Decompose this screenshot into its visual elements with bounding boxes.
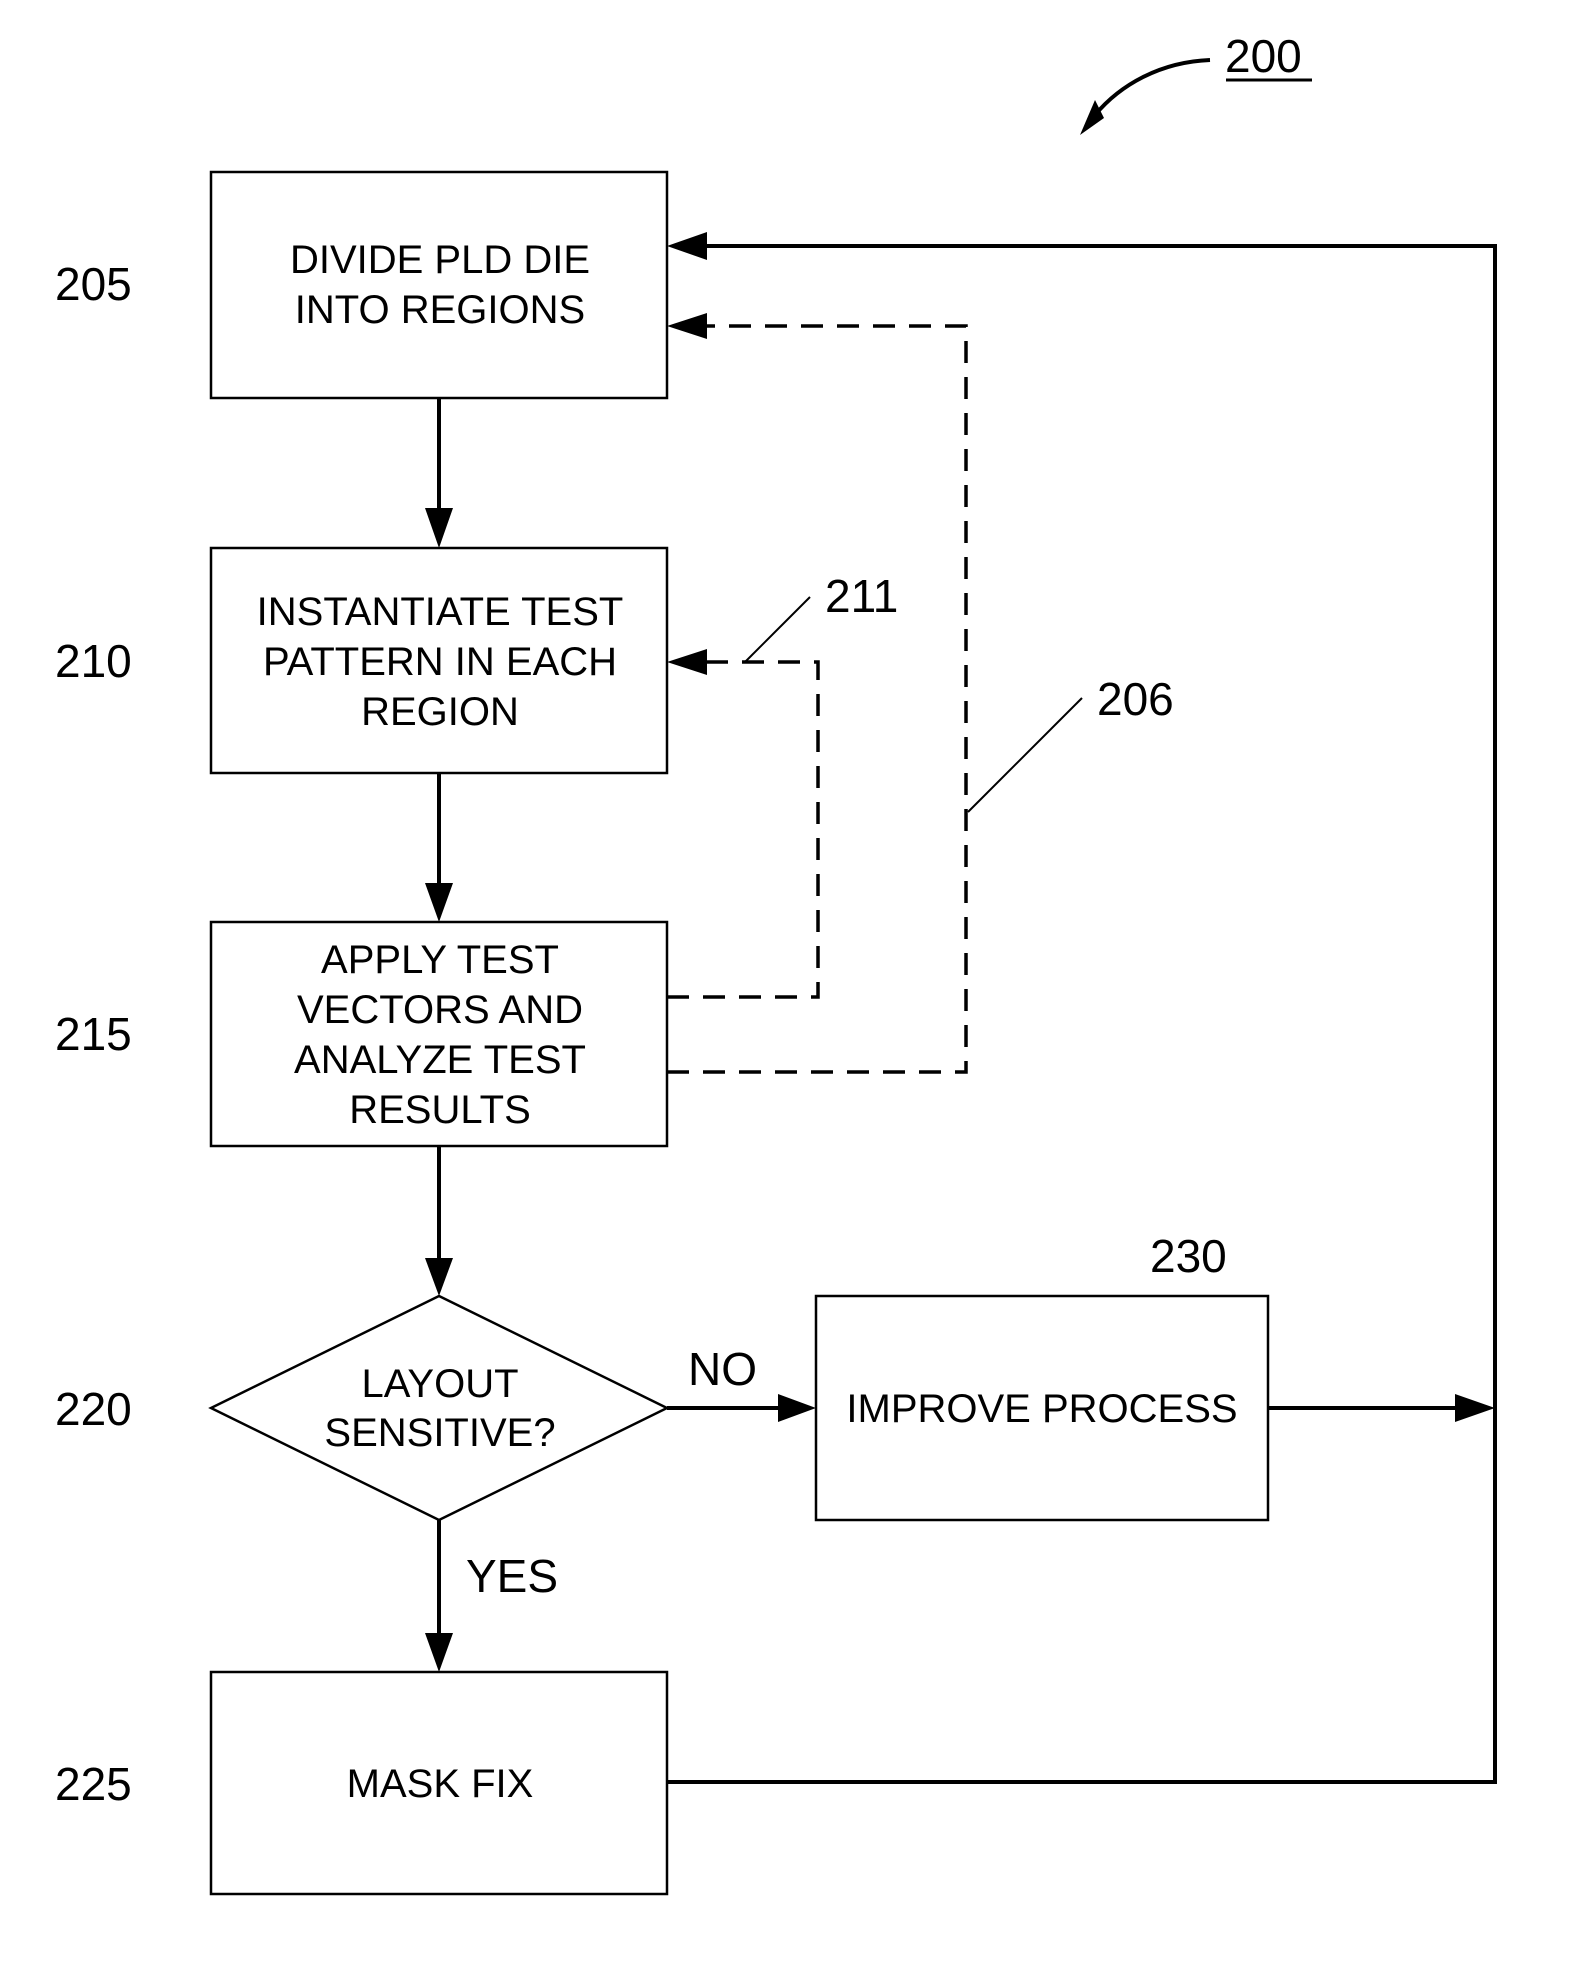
arrowhead-225 [425, 1633, 453, 1672]
step-205-line-1: DIVIDE PLD DIE [290, 238, 590, 282]
decision-220-line-1: LAYOUT [361, 1362, 518, 1406]
ref-label-210: 210 [55, 635, 132, 687]
ref-label-220: 220 [55, 1383, 132, 1435]
ref-label-215: 215 [55, 1008, 132, 1060]
step-box-210: INSTANTIATE TEST PATTERN IN EACH REGION [209, 546, 669, 775]
step-box-230: IMPROVE PROCESS [814, 1294, 1270, 1522]
arrowhead-feedback-206 [667, 313, 707, 339]
arrowhead-210 [425, 508, 453, 548]
feedback-label-211: 211 [825, 570, 898, 622]
step-box-205: DIVIDE PLD DIE INTO REGIONS [209, 170, 669, 400]
step-210-line-3: REGION [361, 690, 519, 734]
step-230-line-1: IMPROVE PROCESS [846, 1387, 1237, 1431]
feedback-path-211 [667, 660, 820, 999]
step-215-line-4: RESULTS [349, 1088, 531, 1132]
yes-branch-label: YES [466, 1550, 558, 1602]
return-loop-line [667, 244, 1497, 1784]
feedback-label-206: 206 [1097, 673, 1174, 725]
leader-line-206 [967, 697, 1083, 813]
arrowhead-return-230 [1455, 1394, 1495, 1422]
step-215-line-1: APPLY TEST [321, 938, 559, 982]
figure-curved-arrow [1093, 58, 1211, 117]
step-205-line-2: INTO REGIONS [295, 288, 585, 332]
decision-220-line-2: SENSITIVE? [324, 1411, 555, 1455]
ref-label-230: 230 [1150, 1230, 1227, 1282]
figure-number: 200 [1225, 30, 1302, 82]
arrowhead-205-return [667, 232, 707, 260]
arrowhead-230 [778, 1394, 816, 1422]
figure-reference: 200 [1080, 30, 1312, 135]
no-branch-label: NO [688, 1343, 757, 1395]
decision-diamond-220: LAYOUT SENSITIVE? [208, 1294, 670, 1522]
step-box-215: APPLY TEST VECTORS AND ANALYZE TEST RESU… [209, 920, 669, 1148]
arrowhead-215 [425, 883, 453, 922]
step-225-line-1: MASK FIX [347, 1762, 534, 1806]
arrowhead-220 [425, 1258, 453, 1296]
ref-label-225: 225 [55, 1758, 132, 1810]
figure-arrowhead [1080, 100, 1104, 135]
step-210-line-2: PATTERN IN EACH [263, 640, 617, 684]
flowchart: 200 205 210 215 220 225 DIVIDE PLD DIE I… [55, 30, 1497, 1896]
arrowhead-feedback-211 [667, 649, 707, 675]
step-215-line-3: ANALYZE TEST [294, 1038, 586, 1082]
step-box-225: MASK FIX [209, 1670, 669, 1896]
leader-line-211 [744, 596, 811, 663]
ref-label-205: 205 [55, 258, 132, 310]
step-215-line-2: VECTORS AND [297, 988, 583, 1032]
step-210-line-1: INSTANTIATE TEST [257, 590, 624, 634]
